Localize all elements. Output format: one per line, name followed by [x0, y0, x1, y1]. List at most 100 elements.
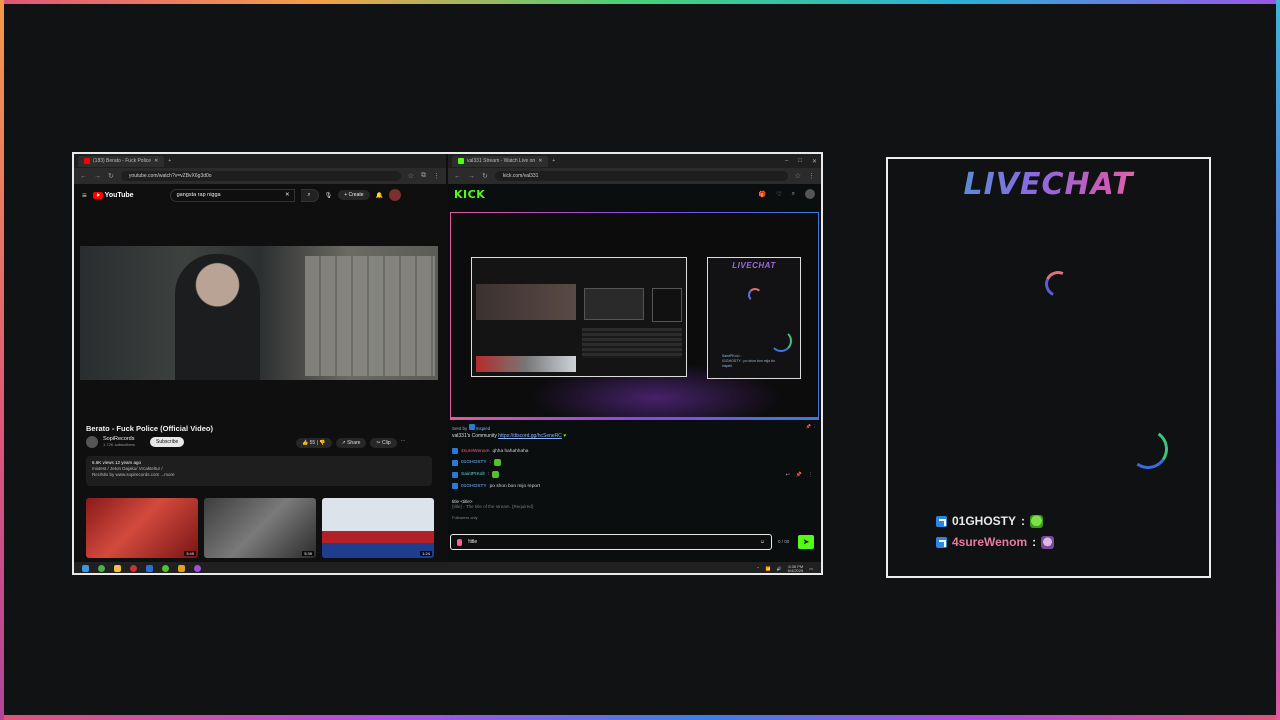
loading-ring-icon: [748, 288, 762, 302]
pin-icon[interactable]: 📌: [806, 424, 812, 429]
youtube-logo[interactable]: YouTube: [92, 191, 134, 199]
tab-youtube[interactable]: (183) Berato - Fuck Police ✕: [78, 155, 165, 167]
chat-username[interactable]: SaintPIKolt: [461, 472, 485, 477]
frame-border-right: [1276, 0, 1280, 720]
description-line: Rec/Mix by www.sopirecords.com ...more: [92, 472, 175, 477]
video-player[interactable]: [80, 246, 438, 380]
account-avatar[interactable]: [389, 189, 402, 201]
nested-desktop-preview: [471, 257, 687, 377]
chat-username[interactable]: 4sureWenom: [461, 449, 489, 454]
related-video-thumbnail[interactable]: 5:39: [204, 498, 316, 558]
loading-ring-icon: [1124, 425, 1172, 473]
chat-text: qhha hahahhaha: [492, 448, 529, 454]
discord-icon[interactable]: [194, 565, 201, 572]
browser-icon[interactable]: [162, 565, 169, 572]
menu-dots-icon[interactable]: ⋮: [433, 172, 440, 180]
back-icon[interactable]: ←: [80, 173, 87, 180]
subscribe-button[interactable]: Subscribe: [150, 437, 185, 447]
pinned-message: val331's Community https://discord.gg/hc…: [452, 433, 817, 439]
window-controls: – □ ✕: [785, 158, 817, 165]
voice-search-icon[interactable]: 🎙: [325, 192, 333, 199]
menu-dots-icon[interactable]: ⋮: [808, 172, 815, 180]
obs-icon[interactable]: [130, 565, 137, 572]
youtube-header: ≡ YouTube gangsta rap nigga ✕ ⌕ 🎙 + Crea…: [74, 184, 446, 206]
video-duration: 3:49: [184, 551, 196, 556]
clip-button[interactable]: ✂ Clip: [370, 438, 397, 448]
url-field[interactable]: kick.com/val331: [494, 171, 788, 181]
reply-icon[interactable]: ↩: [786, 472, 790, 478]
share-button[interactable]: ↗ Share: [335, 438, 367, 448]
steam-icon[interactable]: [146, 565, 153, 572]
gift-icon[interactable]: 🎁: [759, 191, 766, 198]
like-button[interactable]: 👍 55 | 👎: [296, 438, 332, 448]
related-video-thumbnail[interactable]: 1:24: [322, 498, 434, 558]
pinned-discord-link[interactable]: https://discord.gg/hcSeneRC: [498, 433, 562, 439]
minimize-icon[interactable]: –: [785, 158, 788, 165]
tray-chevron-icon[interactable]: ⌃: [756, 566, 759, 571]
send-chat-button[interactable]: ➤: [798, 535, 814, 549]
forward-icon[interactable]: →: [468, 173, 475, 180]
pin-menu-icon[interactable]: ⋮: [813, 424, 818, 429]
chat-input[interactable]: [468, 539, 754, 545]
close-window-icon[interactable]: ✕: [812, 158, 817, 165]
reload-icon[interactable]: ↻: [482, 172, 488, 180]
notification-center-icon[interactable]: ▭: [809, 566, 813, 571]
nested-chat-messages: SaintPKoLt : 01GHOSTY : po shon bon mijo…: [722, 354, 775, 369]
maximize-icon[interactable]: □: [798, 158, 802, 165]
forward-icon[interactable]: →: [94, 173, 101, 180]
search-value: gangsta rap nigga: [176, 192, 221, 198]
emoji-icon[interactable]: ☺: [760, 539, 765, 545]
channel-avatar[interactable]: [86, 436, 98, 448]
chat-username[interactable]: 01GHOSTY: [461, 484, 487, 489]
volume-icon[interactable]: 🔊: [777, 566, 782, 571]
search-input[interactable]: gangsta rap nigga ✕: [169, 188, 295, 202]
chat-username[interactable]: 01GHOSTY: [461, 460, 487, 465]
pinned-user[interactable]: Inspied: [476, 426, 491, 431]
bookmark-star-icon[interactable]: ☆: [795, 172, 801, 180]
pin-message-icon[interactable]: 📌: [796, 472, 802, 478]
new-tab-icon[interactable]: +: [552, 158, 555, 164]
emote-picker-icon[interactable]: [457, 538, 462, 546]
reload-icon[interactable]: ↻: [108, 172, 114, 180]
notifications-icon[interactable]: 🔔: [376, 192, 383, 199]
account-avatar[interactable]: [805, 189, 815, 199]
extensions-icon[interactable]: ⧉: [421, 172, 426, 180]
more-icon[interactable]: ⋮: [808, 472, 813, 478]
nested-livechat-title: LIVECHAT: [732, 261, 776, 270]
livechat-username: 01GHOSTY: [952, 514, 1017, 528]
livechat-message: 4sureWenom :: [936, 535, 1055, 549]
video-duration: 1:24: [420, 551, 432, 556]
search-icon[interactable]: ⌕: [792, 191, 795, 198]
hamburger-menu-icon[interactable]: ≡: [82, 191, 87, 200]
app-icon[interactable]: [178, 565, 185, 572]
create-button[interactable]: + Create: [338, 190, 370, 200]
frog-emote-icon: [492, 471, 500, 478]
video-description[interactable]: 6.6K views 12 years ago mixtest / Jeton …: [86, 456, 432, 486]
tab-kick[interactable]: val331 Stream - Watch Live on ✕: [452, 155, 549, 167]
frame-border-bottom: [0, 715, 1280, 720]
kick-badge-icon: [936, 536, 947, 548]
stream-player[interactable]: LIVECHAT SaintPKoLt : 01GHOSTY : po shon…: [450, 212, 819, 420]
start-menu-icon[interactable]: [82, 565, 89, 572]
search-button[interactable]: ⌕: [300, 188, 319, 202]
back-icon[interactable]: ←: [454, 173, 461, 180]
chrome-icon[interactable]: [98, 565, 105, 572]
more-actions-icon[interactable]: ⋯: [401, 438, 406, 448]
heart-icon[interactable]: ♡: [776, 191, 781, 198]
youtube-logo-text: YouTube: [104, 191, 134, 199]
chat-input-box[interactable]: ☺: [450, 534, 772, 550]
network-icon[interactable]: 📶: [766, 566, 771, 571]
file-explorer-icon[interactable]: [114, 565, 121, 572]
tab-close-icon[interactable]: ✕: [538, 158, 542, 164]
new-tab-icon[interactable]: +: [168, 158, 171, 164]
tab-close-icon[interactable]: ✕: [154, 158, 158, 164]
related-video-thumbnail[interactable]: 3:49: [86, 498, 198, 558]
url-field[interactable]: youtube.com/watch?v=vZBvX6g3d0o: [120, 171, 401, 181]
kick-logo[interactable]: KICK: [454, 188, 485, 201]
clear-search-icon[interactable]: ✕: [285, 192, 290, 198]
frog-emote-icon: [493, 459, 501, 466]
bookmark-star-icon[interactable]: ☆: [408, 172, 414, 180]
command-hint: title <title> {title} - The title of the…: [452, 499, 817, 509]
pinned-message-header: Sent by Inspied 📌 ⋮: [452, 424, 817, 431]
loading-ring-icon: [1041, 267, 1075, 301]
